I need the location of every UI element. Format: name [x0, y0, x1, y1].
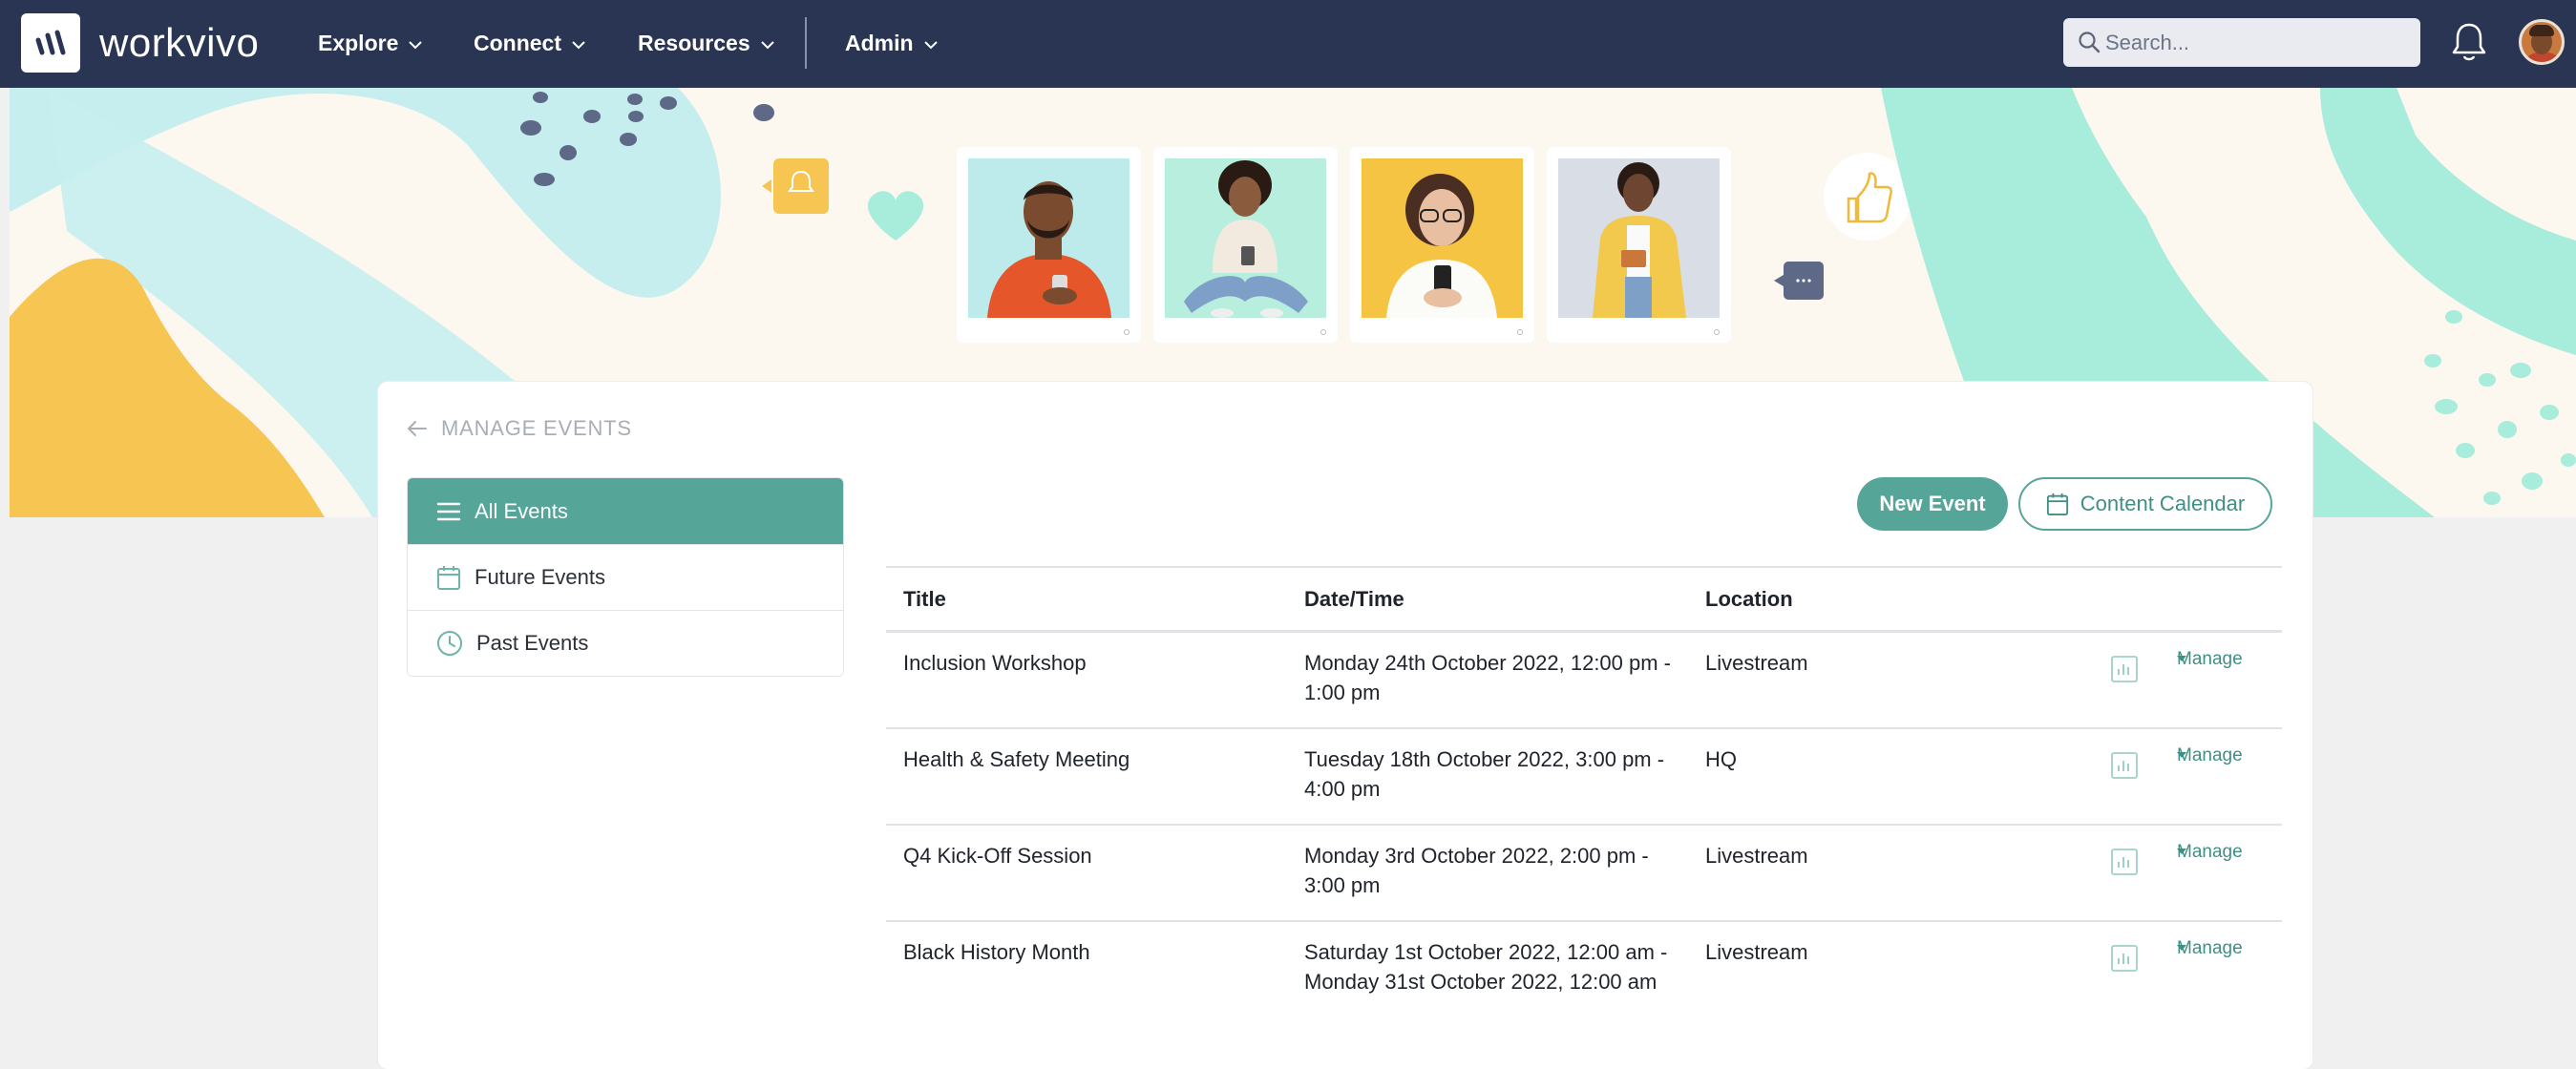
event-location: Livestream: [1705, 940, 1808, 964]
column-header-location: Location: [1705, 587, 1793, 611]
banner-photo-card: [1350, 147, 1534, 343]
table-row: Inclusion Workshop Monday 24th October 2…: [886, 633, 2282, 729]
nav-admin[interactable]: Admin: [845, 21, 939, 65]
event-datetime: Saturday 1st October 2022, 12:00 am - Mo…: [1304, 940, 1668, 994]
event-datetime: Monday 3rd October 2022, 2:00 pm - 3:00 …: [1304, 844, 1649, 897]
manage-dropdown[interactable]: Manage: [2177, 649, 2243, 669]
banner-photo-card: [1547, 147, 1731, 343]
back-to-manage-events[interactable]: MANAGE EVENTS: [407, 416, 632, 441]
calendar-icon: [2046, 493, 2068, 515]
bar-chart-icon[interactable]: [2111, 752, 2138, 779]
nav-explore-label: Explore: [318, 31, 399, 55]
column-header-datetime: Date/Time: [1304, 587, 1404, 611]
table-row: Q4 Kick-Off Session Monday 3rd October 2…: [886, 826, 2282, 922]
manage-events-card: MANAGE EVENTS All Events Future Events P…: [378, 382, 2312, 1069]
chevron-down-icon: [760, 41, 774, 50]
sidebar-item-all-events[interactable]: All Events: [408, 478, 843, 544]
event-location: Livestream: [1705, 844, 1808, 868]
bar-chart-icon[interactable]: [2111, 945, 2138, 972]
person-photo: [1362, 158, 1523, 318]
events-table: Title Date/Time Location Inclusion Works…: [886, 566, 2282, 1046]
list-icon: [436, 502, 461, 520]
notifications-bell-icon[interactable]: [2450, 21, 2488, 63]
chevron-down-icon: [572, 41, 585, 50]
new-event-button[interactable]: New Event: [1857, 477, 2008, 531]
event-location: Livestream: [1705, 651, 1808, 675]
user-avatar[interactable]: [2519, 19, 2565, 65]
nav-divider: [805, 17, 807, 69]
brand-name[interactable]: workvivo: [99, 13, 259, 73]
sidebar-item-label: Past Events: [476, 631, 589, 655]
manage-label: Manage: [2177, 648, 2243, 669]
top-navbar: workvivo Explore Connect Resources Admin: [0, 0, 2576, 88]
banner-photo-card: [957, 147, 1141, 343]
chevron-down-icon: [409, 41, 423, 50]
table-header: Title Date/Time Location: [886, 566, 2282, 633]
events-filter-menu: All Events Future Events Past Events: [407, 477, 844, 677]
page-title: MANAGE EVENTS: [441, 416, 632, 440]
workvivo-logo-icon[interactable]: [21, 13, 80, 73]
column-header-title: Title: [903, 587, 946, 611]
banner-photo-card: [1153, 147, 1338, 343]
sidebar-item-future-events[interactable]: Future Events: [408, 544, 843, 610]
table-row: Black History Month Saturday 1st October…: [886, 922, 2282, 1046]
person-photo: [968, 158, 1130, 318]
sidebar-item-label: All Events: [475, 498, 568, 523]
bar-chart-icon[interactable]: [2111, 849, 2138, 875]
nav-connect[interactable]: Connect: [474, 21, 586, 65]
chevron-down-icon: [923, 41, 938, 50]
event-title: Health & Safety Meeting: [903, 747, 1130, 771]
sidebar-item-label: Future Events: [475, 565, 605, 589]
content-calendar-label: Content Calendar: [2080, 492, 2246, 515]
event-datetime: Monday 24th October 2022, 12:00 pm - 1:0…: [1304, 651, 1672, 704]
event-title: Inclusion Workshop: [903, 651, 1087, 675]
search-input[interactable]: [2105, 18, 2411, 67]
table-row: Health & Safety Meeting Tuesday 18th Oct…: [886, 729, 2282, 826]
event-title: Black History Month: [903, 940, 1090, 964]
nav-connect-label: Connect: [474, 31, 561, 55]
manage-dropdown[interactable]: Manage: [2177, 745, 2243, 765]
manage-dropdown[interactable]: Manage: [2177, 842, 2243, 862]
search-icon: [2079, 31, 2101, 53]
arrow-left-icon: [407, 421, 427, 436]
event-title: Q4 Kick-Off Session: [903, 844, 1092, 868]
person-photo: [1165, 158, 1326, 318]
nav-admin-label: Admin: [845, 31, 914, 55]
nav-resources-label: Resources: [638, 31, 750, 55]
clock-icon: [437, 631, 462, 656]
person-photo: [1558, 158, 1720, 318]
bar-chart-icon[interactable]: [2111, 656, 2138, 682]
content-calendar-button[interactable]: Content Calendar: [2018, 477, 2272, 531]
manage-label: Manage: [2177, 937, 2243, 958]
nav-explore[interactable]: Explore: [318, 21, 423, 65]
search-box[interactable]: [2063, 18, 2420, 67]
manage-label: Manage: [2177, 744, 2243, 765]
event-location: HQ: [1705, 747, 1737, 771]
calendar-icon: [437, 566, 460, 590]
manage-dropdown[interactable]: Manage: [2177, 938, 2243, 958]
sidebar-item-past-events[interactable]: Past Events: [408, 610, 843, 676]
manage-label: Manage: [2177, 841, 2243, 862]
event-datetime: Tuesday 18th October 2022, 3:00 pm - 4:0…: [1304, 747, 1665, 801]
nav-resources[interactable]: Resources: [638, 21, 775, 65]
